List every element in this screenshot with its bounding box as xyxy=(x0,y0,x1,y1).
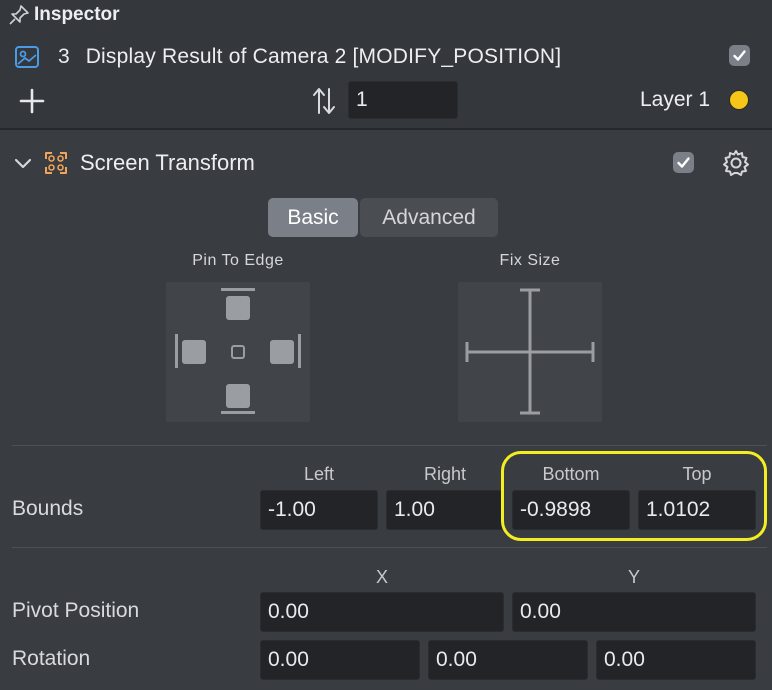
pivot-x-value: 0.00 xyxy=(268,600,309,623)
pin-to-edge-widget xyxy=(166,282,310,422)
plus-icon[interactable] xyxy=(18,87,46,115)
object-index: 3 xyxy=(58,45,70,68)
section-divider-1 xyxy=(12,445,767,446)
screen-transform-icon xyxy=(43,150,69,176)
rotation-z-field[interactable]: 0.00 xyxy=(596,640,756,680)
fix-size-widget xyxy=(458,282,602,422)
layer-color-dot xyxy=(729,90,749,110)
section-divider-2 xyxy=(12,547,767,548)
pivot-x-field[interactable]: 0.00 xyxy=(260,592,504,632)
pivot-y-value: 0.00 xyxy=(520,600,561,623)
pin-to-edge-label: Pin To Edge xyxy=(192,252,284,269)
rotation-y-field[interactable]: 0.00 xyxy=(428,640,588,680)
rotation-y-value: 0.00 xyxy=(436,648,477,671)
checkmark-icon xyxy=(677,157,690,168)
object-row: 3 Display Result of Camera 2 [MODIFY_POS… xyxy=(14,40,759,74)
layer-label[interactable]: Layer 1 xyxy=(640,88,710,112)
chevron-down-icon[interactable] xyxy=(12,152,34,174)
component-title[interactable]: Screen Transform xyxy=(80,150,255,176)
highlight-annotation xyxy=(501,451,767,541)
rotation-z-value: 0.00 xyxy=(604,648,645,671)
pivot-header-y: Y xyxy=(627,567,640,587)
pin-icon[interactable] xyxy=(8,4,30,26)
bounds-header-left: Left xyxy=(303,464,335,484)
pin-center-button[interactable] xyxy=(231,345,245,359)
render-order-value: 1 xyxy=(356,88,368,111)
pin-top-button[interactable] xyxy=(226,296,250,320)
pin-right-button[interactable] xyxy=(270,340,294,364)
rotation-x-field[interactable]: 0.00 xyxy=(260,640,420,680)
bounds-header-right: Right xyxy=(423,464,467,484)
pin-right-edge-line xyxy=(298,334,301,368)
bounds-right-value: 1.00 xyxy=(394,498,435,521)
tab-advanced[interactable]: Advanced xyxy=(360,198,498,237)
bounds-label: Bounds xyxy=(12,497,84,520)
sort-arrows-icon[interactable] xyxy=(312,85,336,117)
gear-icon[interactable] xyxy=(721,148,751,178)
bounds-right-field[interactable]: 1.00 xyxy=(386,490,504,530)
pin-bottom-edge-line xyxy=(221,411,255,414)
component-enabled-checkbox[interactable] xyxy=(673,152,694,173)
bounds-left-value: -1.00 xyxy=(268,498,316,521)
bounds-left-field[interactable]: -1.00 xyxy=(260,490,378,530)
inspector-title-row: Inspector xyxy=(8,2,120,28)
render-order-field[interactable]: 1 xyxy=(348,81,458,119)
object-name[interactable]: Display Result of Camera 2 [MODIFY_POSIT… xyxy=(86,45,562,69)
fix-size-label: Fix Size xyxy=(499,252,561,269)
inspector-title: Inspector xyxy=(34,4,120,25)
pin-bottom-button[interactable] xyxy=(226,384,250,408)
header-divider xyxy=(0,128,772,130)
object-enabled-checkbox[interactable] xyxy=(729,45,750,66)
rotation-label: Rotation xyxy=(12,647,91,670)
pin-left-edge-line xyxy=(175,334,178,368)
screen-image-icon xyxy=(14,44,40,70)
pivot-header-x: X xyxy=(375,567,388,587)
pin-left-button[interactable] xyxy=(182,340,206,364)
pin-top-edge-line xyxy=(221,288,255,291)
checkmark-icon xyxy=(733,50,746,61)
pivot-y-field[interactable]: 0.00 xyxy=(512,592,756,632)
pivot-position-label: Pivot Position xyxy=(12,599,140,622)
tab-basic[interactable]: Basic xyxy=(268,198,358,237)
rotation-x-value: 0.00 xyxy=(268,648,309,671)
